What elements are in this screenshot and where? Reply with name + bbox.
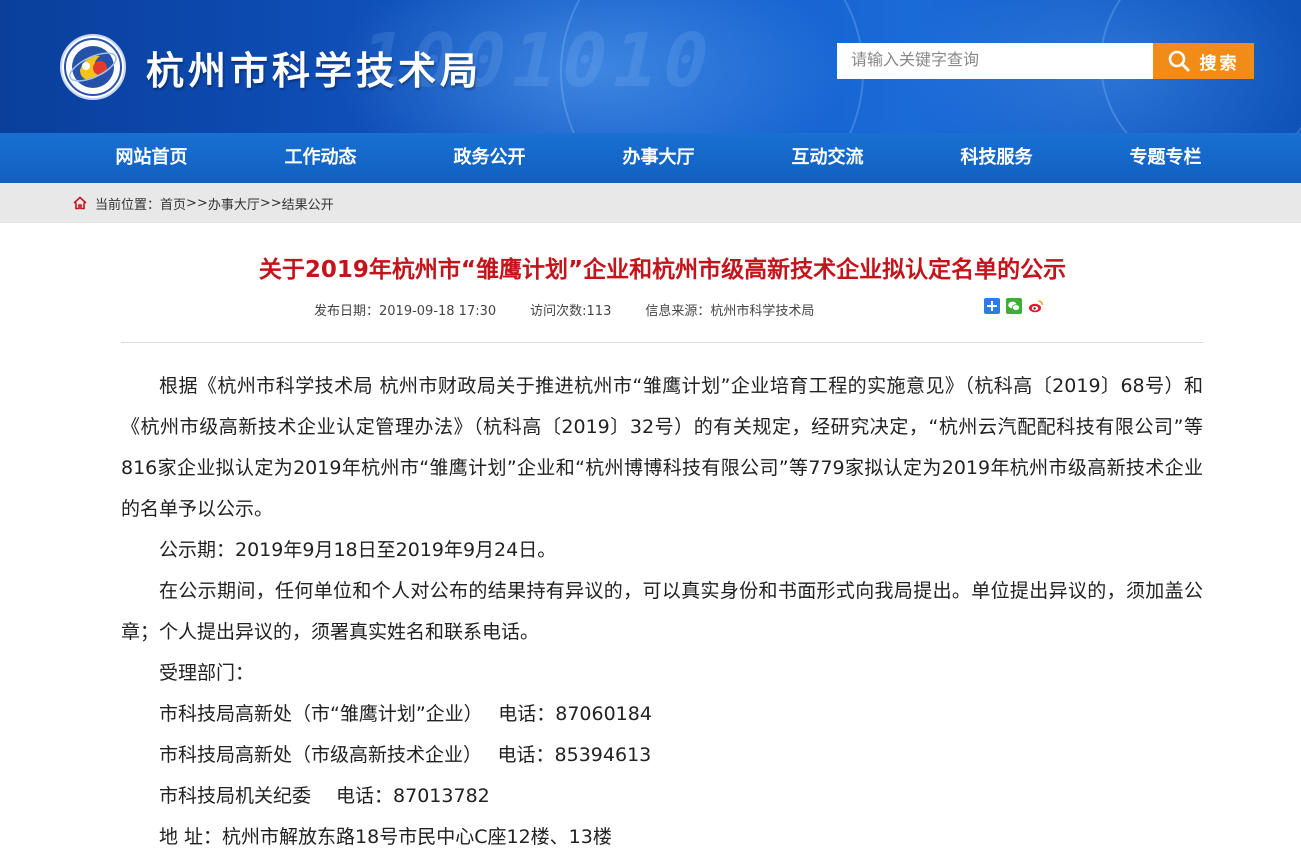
nav-item-interaction[interactable]: 互动交流 <box>743 133 912 183</box>
nav-item-topics[interactable]: 专题专栏 <box>1081 133 1250 183</box>
nav-item-tech-service[interactable]: 科技服务 <box>912 133 1081 183</box>
article-body: 根据《杭州市科学技术局 杭州市财政局关于推进杭州市“雏鹰计划”企业培育工程的实施… <box>121 366 1203 858</box>
search-icon <box>1168 50 1189 72</box>
body-paragraph: 根据《杭州市科学技术局 杭州市财政局关于推进杭州市“雏鹰计划”企业培育工程的实施… <box>121 375 1203 520</box>
search-button[interactable]: 搜索 <box>1153 43 1254 79</box>
nav-item-home[interactable]: 网站首页 <box>67 133 236 183</box>
breadcrumb-lead: 当前位置： <box>95 197 161 213</box>
divider <box>121 342 1203 343</box>
contact-line: 市科技局高新处（市“雏鹰计划”企业） 电话：87060184 <box>159 703 652 725</box>
share-plus-icon[interactable] <box>984 298 1000 314</box>
site-logo[interactable] <box>60 34 126 100</box>
body-paragraph: 受理部门： <box>159 662 255 684</box>
nav-item-news[interactable]: 工作动态 <box>236 133 405 183</box>
contact-line: 市科技局机关纪委 电话：87013782 <box>159 785 490 807</box>
header-banner: 1001010 杭州市科学技术局 搜索 <box>0 0 1301 133</box>
breadcrumb-separator: >> <box>186 195 208 211</box>
address-line: 地 址：杭州市解放东路18号市民中心C座12楼、13楼 <box>159 826 612 848</box>
breadcrumb-link-service-hall[interactable]: 办事大厅 <box>208 194 260 213</box>
article-title: 关于2019年杭州市“雏鹰计划”企业和杭州市级高新技术企业拟认定名单的公示 <box>258 257 1067 283</box>
wechat-icon[interactable] <box>1006 298 1022 314</box>
share-bar <box>984 298 1044 314</box>
home-icon <box>73 196 87 210</box>
search-input[interactable] <box>837 43 1153 79</box>
breadcrumb-link-home[interactable]: 首页 <box>160 194 186 213</box>
site-title: 杭州市科学技术局 <box>146 49 483 93</box>
publish-date: 发布日期：2019-09-18 17:30 <box>314 304 497 319</box>
contact-line: 市科技局高新处（市级高新技术企业） 电话：85394613 <box>159 744 652 766</box>
info-source: 信息来源：杭州市科学技术局 <box>645 304 815 319</box>
breadcrumb-link-results[interactable]: 结果公开 <box>282 194 334 213</box>
weibo-icon[interactable] <box>1028 298 1044 314</box>
main-nav: 网站首页 工作动态 政务公开 办事大厅 互动交流 科技服务 专题专栏 <box>0 133 1301 183</box>
visit-count: 访问次数:113 <box>530 304 612 319</box>
body-paragraph: 在公示期间，任何单位和个人对公布的结果持有异议的，可以真实身份和书面形式向我局提… <box>121 580 1203 643</box>
body-paragraph: 公示期：2019年9月18日至2019年9月24日。 <box>159 539 557 561</box>
logo-emblem-icon <box>64 38 122 96</box>
breadcrumb: 当前位置： 首页 >> 办事大厅 >> 结果公开 <box>0 183 1301 223</box>
nav-item-gov-affairs[interactable]: 政务公开 <box>405 133 574 183</box>
article-meta: 发布日期：2019-09-18 17:30 访问次数:113 信息来源：杭州市科… <box>314 300 814 319</box>
breadcrumb-separator: >> <box>259 195 282 211</box>
search-button-label: 搜索 <box>1199 53 1240 74</box>
nav-item-service-hall[interactable]: 办事大厅 <box>574 133 743 183</box>
